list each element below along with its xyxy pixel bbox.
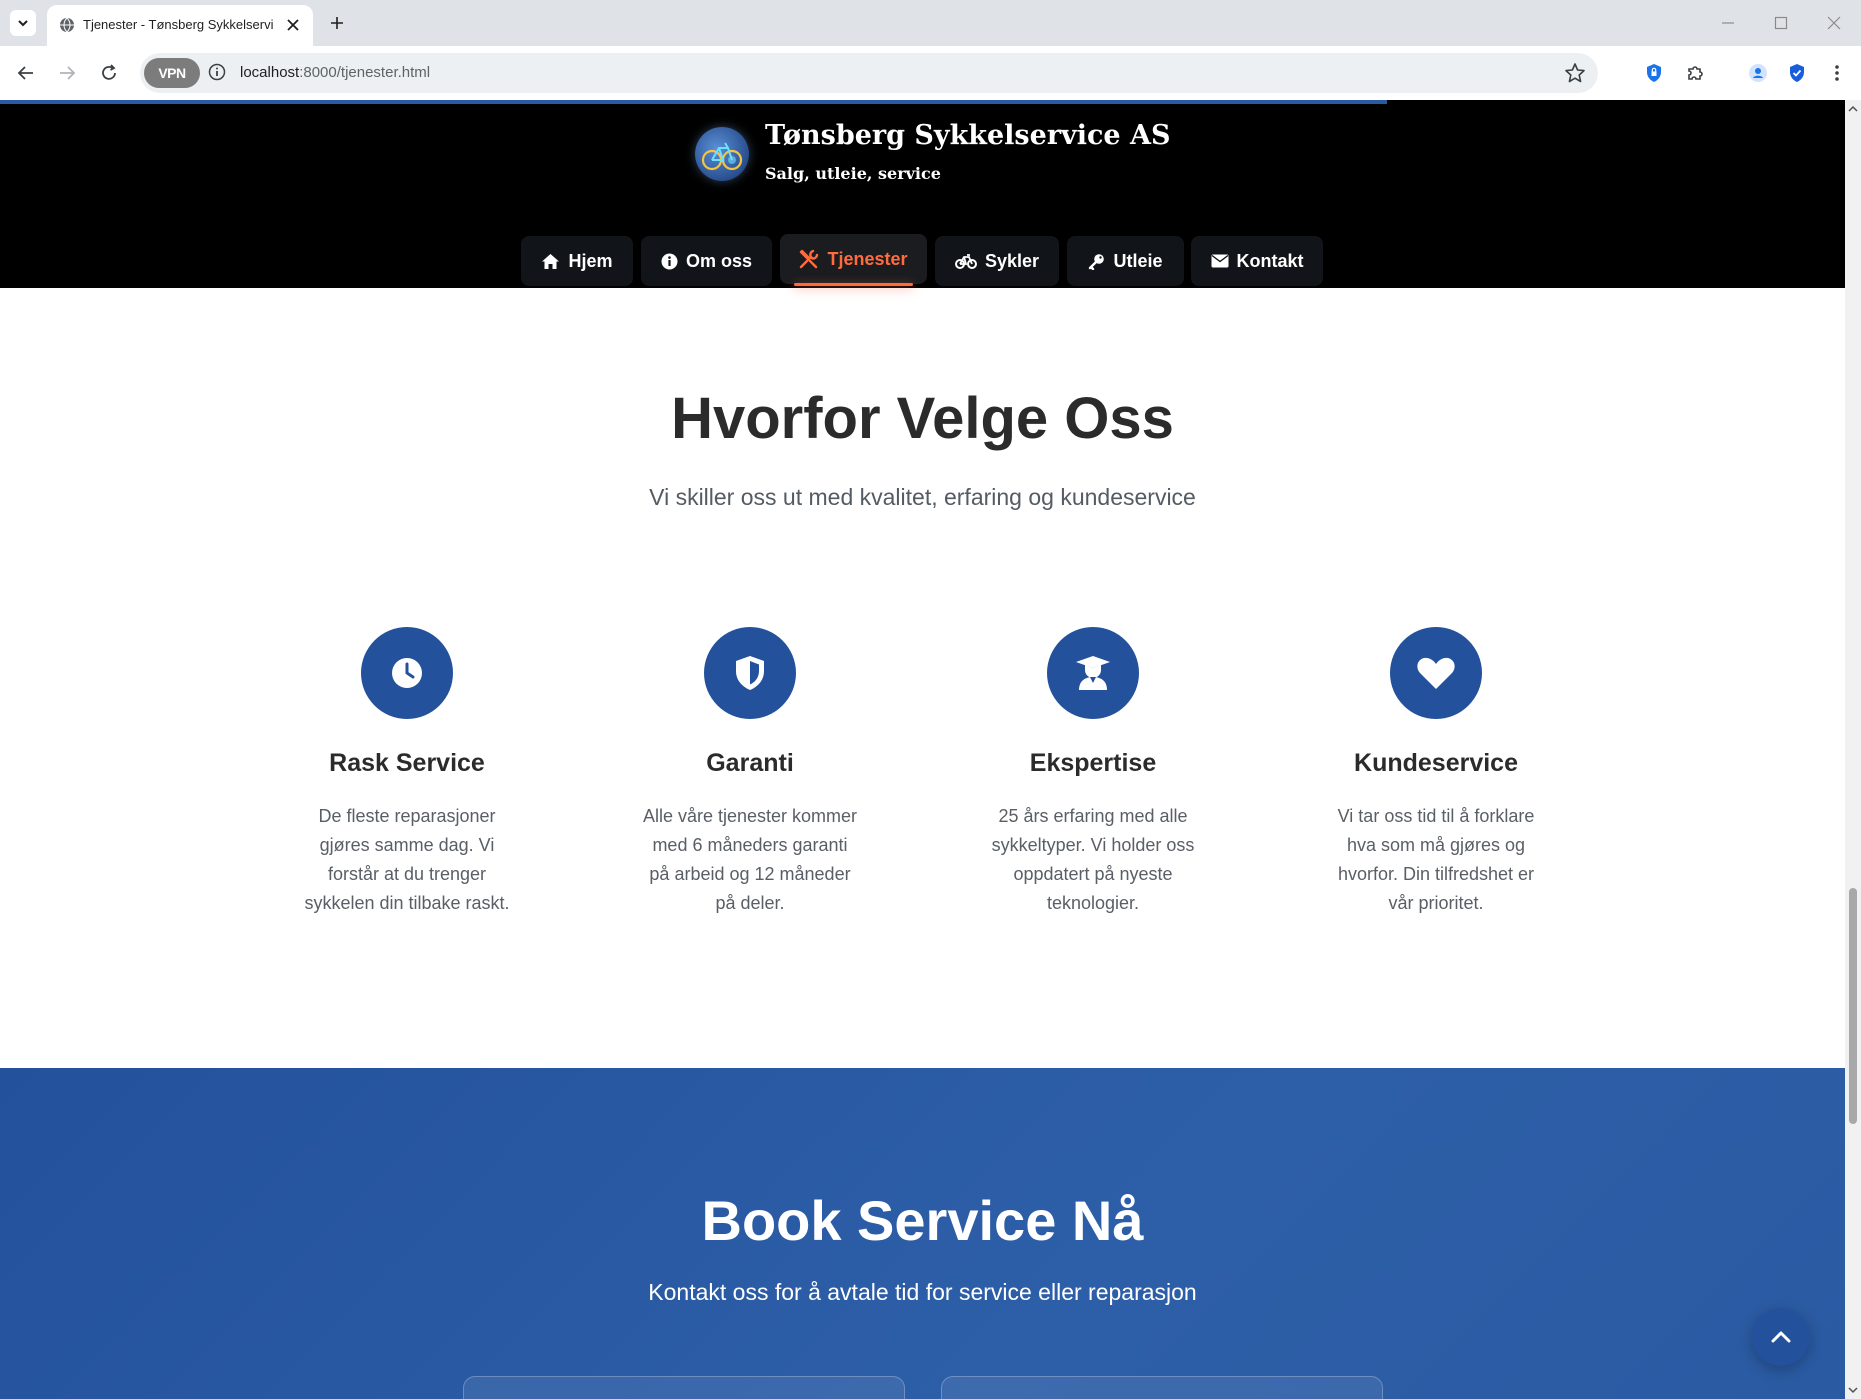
extension-shield-button[interactable] [1640, 59, 1668, 87]
bicycle-icon [954, 253, 977, 269]
section-title: Hvorfor Velge Oss [671, 386, 1174, 451]
profile-button[interactable] [1744, 59, 1772, 87]
feature-card-ekspertise: Ekspertise 25 års erfaring med alle sykk… [968, 627, 1218, 918]
feature-title: Kundeservice [1354, 749, 1518, 777]
book-subtitle: Kontakt oss for å avtale tid for service… [648, 1279, 1197, 1305]
book-title: Book Service Nå [701, 1189, 1144, 1252]
nav-label: Hjem [568, 250, 613, 271]
extensions-button[interactable] [1681, 59, 1709, 87]
reload-icon [102, 64, 116, 80]
vpn-badge[interactable]: VPN [144, 58, 200, 88]
info-icon[interactable] [208, 63, 226, 81]
browser-tab-bar: Tjenester - Tønsberg Sykkelservice AS [0, 0, 1861, 46]
feature-icon-circle [361, 627, 453, 719]
shield-lock-icon [1647, 64, 1661, 82]
graduate-icon [1076, 656, 1110, 690]
feature-description: 25 års erfaring med alle sykkeltyper. Vi… [991, 806, 1195, 913]
tools-icon [800, 249, 819, 269]
bookmark-star-icon[interactable] [1564, 62, 1586, 84]
new-tab-button[interactable] [325, 11, 349, 35]
envelope-icon [1211, 254, 1228, 268]
back-to-top-button[interactable] [1752, 1308, 1810, 1366]
browser-menu-button[interactable] [1823, 59, 1851, 87]
profile-icon [1749, 64, 1767, 82]
browser-toolbar: VPN localhost:8000/tjenester.html [0, 46, 1861, 100]
close-icon [1827, 16, 1841, 30]
globe-icon [60, 17, 74, 33]
info-icon [661, 253, 678, 269]
scroll-down-arrow-icon[interactable] [1848, 1385, 1858, 1395]
nav-item-kontakt[interactable]: Kontakt [1191, 236, 1323, 286]
reload-button[interactable] [95, 59, 123, 87]
brand-tagline: Salg, utleie, service [765, 164, 941, 183]
url-path: :8000/tjenester.html [299, 64, 431, 81]
scrollbar-thumb[interactable] [1849, 888, 1857, 1124]
book-service-section: Book Service Nå Kontakt oss for å avtale… [0, 1068, 1845, 1399]
plus-icon [331, 17, 343, 29]
feature-title: Garanti [706, 749, 794, 777]
minimize-icon [1722, 22, 1734, 24]
minimize-button[interactable] [1717, 12, 1739, 34]
tab-search-button[interactable] [10, 10, 36, 36]
shield-check-icon [1790, 64, 1804, 82]
feature-card-kundeservice: Kundeservice Vi tar oss tid til å forkla… [1311, 627, 1561, 918]
arrow-left-icon [17, 66, 33, 80]
back-button[interactable] [12, 59, 40, 87]
address-bar[interactable]: VPN localhost:8000/tjenester.html [140, 53, 1598, 93]
feature-icon-circle [1390, 627, 1482, 719]
nav-label: Tjenester [827, 248, 908, 269]
contact-card-email[interactable] [941, 1376, 1383, 1399]
feature-description: Alle våre tjenester kommer med 6 måneder… [642, 806, 858, 913]
puzzle-icon [1688, 66, 1703, 80]
feature-card-garanti: Garanti Alle våre tjenester kommer med 6… [625, 627, 875, 918]
scroll-up-arrow-icon[interactable] [1848, 104, 1858, 114]
tab-title: Tjenester - Tønsberg Sykkelservice AS [83, 17, 273, 32]
clock-icon [392, 658, 422, 688]
nav-label: Utleie [1113, 250, 1163, 271]
bicycle-logo-icon [701, 142, 743, 171]
contact-card-phone[interactable] [463, 1376, 905, 1399]
brand-name[interactable]: Tønsberg Sykkelservice AS [765, 120, 1170, 151]
key-icon [1089, 253, 1105, 270]
logo[interactable] [695, 127, 749, 181]
page-scrollbar[interactable] [1845, 100, 1861, 1399]
bitwarden-button[interactable] [1783, 59, 1811, 87]
section-subtitle: Vi skiller oss ut med kvalitet, erfaring… [649, 484, 1196, 510]
feature-title: Ekspertise [1029, 749, 1157, 777]
arrow-right-icon [60, 66, 76, 80]
url-host: localhost [240, 64, 300, 81]
site-header: Tønsberg Sykkelservice AS Salg, utleie, … [0, 100, 1845, 288]
feature-description: Vi tar oss tid til å forklare hva som må… [1337, 806, 1535, 913]
chevron-down-icon [18, 20, 28, 27]
feature-icon-circle [1047, 627, 1139, 719]
chevron-up-icon [1771, 1331, 1791, 1343]
feature-icon-circle [704, 627, 796, 719]
shield-icon [736, 656, 764, 690]
more-vertical-icon [1835, 65, 1839, 81]
heart-icon [1417, 657, 1455, 689]
window-close-button[interactable] [1823, 12, 1845, 34]
browser-tab-active[interactable]: Tjenester - Tønsberg Sykkelservice AS [47, 5, 313, 46]
feature-description: De fleste reparasjoner gjøres samme dag.… [304, 806, 510, 913]
feature-card-rask-service: Rask Service De fleste reparasjoner gjør… [282, 627, 532, 918]
scroll-progress-bar [0, 100, 1387, 104]
page-viewport: Tønsberg Sykkelservice AS Salg, utleie, … [0, 100, 1845, 1399]
nav-item-utleie[interactable]: Utleie [1067, 236, 1184, 286]
nav-item-hjem[interactable]: Hjem [521, 236, 633, 286]
maximize-icon [1774, 16, 1788, 30]
nav-item-sykler[interactable]: Sykler [935, 236, 1059, 286]
close-icon[interactable] [285, 17, 301, 33]
nav-label: Om oss [685, 250, 753, 271]
nav-item-om-oss[interactable]: Om oss [641, 236, 772, 286]
nav-item-tjenester[interactable]: Tjenester [780, 234, 927, 286]
forward-button[interactable] [53, 59, 81, 87]
url-text[interactable]: localhost:8000/tjenester.html [240, 64, 430, 81]
home-icon [542, 253, 560, 269]
feature-title: Rask Service [329, 749, 485, 777]
maximize-button[interactable] [1770, 12, 1792, 34]
nav-label: Kontakt [1236, 250, 1304, 271]
nav-label: Sykler [984, 250, 1040, 271]
